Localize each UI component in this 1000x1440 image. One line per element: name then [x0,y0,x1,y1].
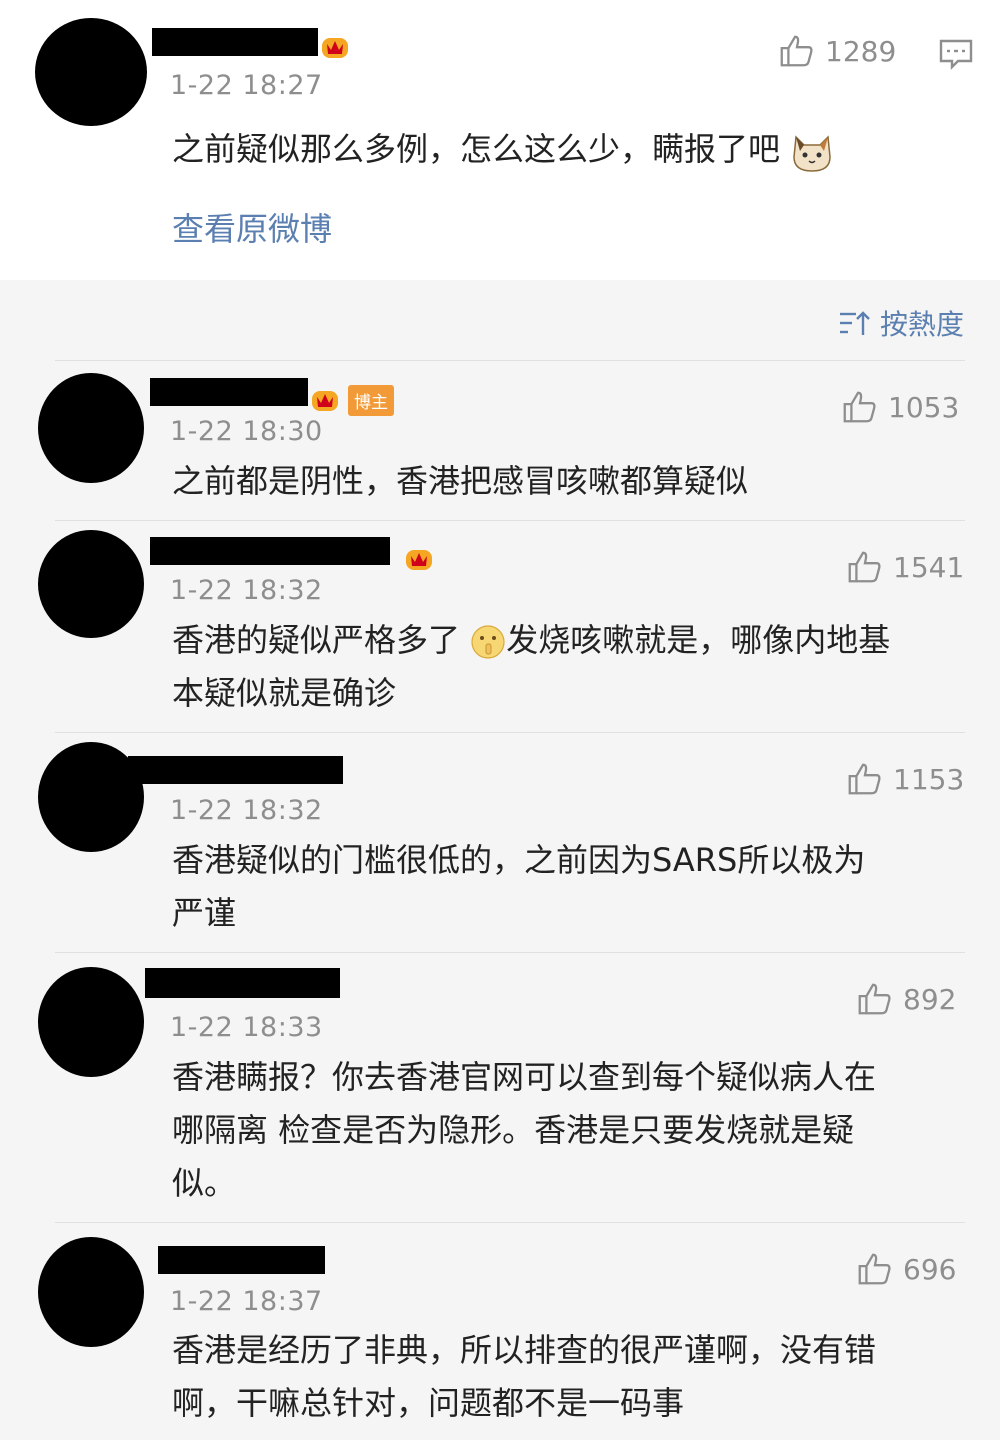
comment-line: 香港瞒报？你去香港官网可以查到每个疑似病人在 [172,1058,877,1096]
comment-time: 1-22 18:30 [170,416,323,447]
comment-text: 香港疑似的门槛很低的，之前因为SARS所以极为 严谨 [172,834,962,940]
original-post-card: 1-22 18:27 1289 之前疑似那么多例，怎么这么少，瞒报了吧 查看原微… [0,0,1000,280]
post-text-content: 之前疑似那么多例，怎么这么少，瞒报了吧 [172,130,781,168]
post-text: 之前疑似那么多例，怎么这么少，瞒报了吧 [172,123,992,176]
comment-line: 严谨 [172,894,237,932]
comment-line: 似。 [172,1164,237,1202]
username-redacted[interactable] [152,28,318,56]
blogger-tag: 博主 [348,385,394,416]
comment-time: 1-22 18:33 [170,1012,323,1043]
like-count: 696 [903,1252,957,1286]
post-time: 1-22 18:27 [170,70,323,101]
thumbs-up-icon [780,35,813,67]
comment-line: 哪隔离 检查是否为隐形。香港是只要发烧就是疑 [172,1111,855,1149]
divider [55,360,965,361]
comment-text: 香港的疑似严格多了 发烧咳嗽就是，哪像内地基 本疑似就是确诊 [172,614,962,720]
cat-emoji-icon [793,135,831,172]
comment-text: 香港瞒报？你去香港官网可以查到每个疑似病人在 哪隔离 检查是否为隐形。香港是只要… [172,1051,962,1210]
comment-line: 香港是经历了非典，所以排查的很严谨啊，没有错 [172,1331,877,1369]
like-button[interactable]: 1153 [845,760,964,798]
comment-icon[interactable] [938,38,974,70]
divider [55,952,965,953]
like-count: 1541 [893,550,965,584]
comment-text: 香港是经历了非典，所以排查的很严谨啊，没有错 啊，干嘛总针对，问题都不是一码事 [172,1324,962,1430]
like-button[interactable]: 696 [855,1250,956,1288]
avatar[interactable] [38,1237,144,1347]
username-redacted[interactable] [150,537,390,565]
like-button[interactable]: 1541 [845,548,964,586]
comment-text: 之前都是阴性，香港把感冒咳嗽都算疑似 [172,455,962,508]
comment-time: 1-22 18:32 [170,795,323,826]
like-count: 1053 [888,390,960,424]
thumbs-up-icon [858,1253,891,1285]
like-count: 1153 [893,762,965,796]
thumbs-up-icon [848,763,881,795]
sort-label: 按熱度 [879,308,964,341]
comment-line: 本疑似就是确诊 [172,674,397,712]
crown-badge-icon [406,550,432,570]
avatar[interactable] [35,18,147,126]
divider [55,1222,965,1223]
username-redacted[interactable] [158,1246,325,1274]
thumbs-up-icon [858,983,891,1015]
crown-badge-icon [322,38,348,58]
comment-time: 1-22 18:32 [170,575,323,606]
sort-icon [839,311,870,335]
comment-line: 之前都是阴性，香港把感冒咳嗽都算疑似 [172,462,749,500]
comment-line: 啊，干嘛总针对，问题都不是一码事 [172,1384,685,1422]
username-redacted[interactable] [150,378,308,406]
like-button[interactable]: 892 [855,980,956,1018]
like-button[interactable]: 1289 [777,32,896,70]
sort-by-hotness-button[interactable]: 按熱度 [838,303,964,343]
comment-line: 香港疑似的门槛很低的，之前因为SARS所以极为 [172,841,866,879]
like-button[interactable]: 1053 [840,388,959,426]
divider [55,732,965,733]
avatar[interactable] [38,530,144,638]
comment-time: 1-22 18:37 [170,1286,323,1317]
view-original-link[interactable]: 查看原微博 [172,204,332,250]
thumbs-up-icon [843,391,876,423]
crown-badge-icon [312,391,338,411]
like-count: 1289 [825,34,897,68]
comment-line: 香港的疑似严格多了 [172,621,461,659]
like-count: 892 [903,982,957,1016]
avatar[interactable] [38,373,144,483]
avatar[interactable] [38,967,144,1077]
username-redacted[interactable] [145,968,340,998]
comment-line: 发烧咳嗽就是，哪像内地基 [506,621,891,659]
username-redacted[interactable] [128,756,343,784]
thumbs-up-icon [848,551,881,583]
divider [55,520,965,521]
shush-emoji-icon [471,625,505,659]
